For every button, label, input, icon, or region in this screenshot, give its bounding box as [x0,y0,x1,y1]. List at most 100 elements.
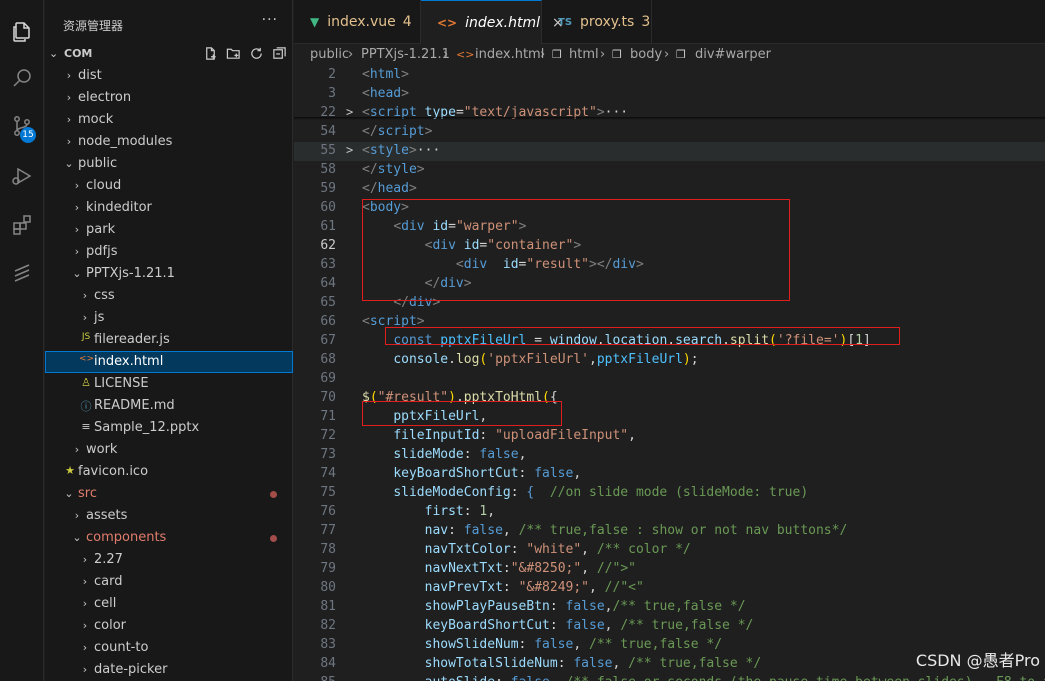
code-text: autoSlide: false, /** false or seconds (… [362,675,1045,681]
tree-item[interactable]: › pdfjs [45,241,293,263]
code-line[interactable]: 69 [294,370,1045,389]
tab-label: index.html [465,14,540,31]
tree-item[interactable]: › park [45,219,293,241]
code-line[interactable]: 2 <html> [294,66,1045,85]
tree-item[interactable]: › date-picker [45,659,293,681]
tree-item[interactable]: › cell [45,593,293,615]
tab-index-html[interactable]: <> index.html × [421,0,564,44]
tab-index-vue[interactable]: ▼ index.vue 4 [294,0,421,44]
code-line[interactable]: 80 navPrevTxt: "&#8249;", //"<" [294,579,1045,598]
tree-item[interactable]: › electron [45,87,293,109]
code-line[interactable]: 54 </script> [294,123,1045,142]
chevron-right-icon: › [74,179,80,192]
code-line[interactable]: 73 slideMode: false, [294,446,1045,465]
tree-item[interactable]: › count-to [45,637,293,659]
tree-item[interactable]: › js [45,307,293,329]
line-number: 79 [320,561,336,576]
tree-item[interactable]: › 2.27 [45,549,293,571]
breadcrumb-item-html[interactable]: html [569,47,599,62]
more-actions-icon[interactable]: ··· [262,12,278,28]
code-token: false [479,447,519,462]
breadcrumb-separator: › [600,47,606,62]
tree-item[interactable]: ★ favicon.ico [45,461,293,483]
breadcrumb-item-body[interactable]: body [630,47,662,62]
code-line[interactable]: 72 fileInputId: "uploadFileInput", [294,427,1045,446]
tree-item[interactable]: › cloud [45,175,293,197]
modified-dot [270,535,277,542]
collapse-all-icon[interactable] [271,45,287,61]
code-line[interactable]: 22 > <script type="text/javascript">··· [294,104,1045,123]
tab-proxy-ts[interactable]: TS proxy.ts 3 [542,0,652,44]
tree-item[interactable]: ⌄ src [45,483,293,505]
chevron-right-icon: › [66,113,72,126]
line-number: 77 [320,523,336,538]
code-line[interactable]: 3 <head> [294,85,1045,104]
code-token: : [502,561,511,576]
tree-item[interactable]: JS filereader.js [45,329,293,351]
explorer-icon[interactable] [0,12,44,52]
code-token: showSlideNum [424,637,519,652]
tree-item[interactable]: › node_modules [45,131,293,153]
code-line[interactable]: 76 first: 1, [294,503,1045,522]
chevron-down-icon: ⌄ [64,487,74,500]
run-debug-icon[interactable] [0,156,44,196]
code-token: false [463,523,503,538]
tree-item[interactable]: ⌄ components [45,527,293,549]
code-token: ; [690,352,699,367]
tree-item[interactable]: › assets [45,505,293,527]
breadcrumb-item-pptxjs[interactable]: PPTXjs-1.21.1 [361,47,450,62]
code-line[interactable]: 59 </head> [294,180,1045,199]
tree-item[interactable]: › kindeditor [45,197,293,219]
element-icon: ❒ [612,48,622,61]
breadcrumb-item-index-html[interactable]: index.html [475,47,544,62]
tree-item-label: css [94,288,115,303]
fold-chevron-icon[interactable]: > [346,143,353,157]
code-token: first [424,504,464,519]
code-token: "&#8250;" [510,561,582,576]
code-line[interactable]: 77 nav: false, /** true,false : show or … [294,522,1045,541]
tree-item[interactable]: ≡ Sample_12.pptx [45,417,293,439]
code-line[interactable]: 79 navNextTxt:"&#8250;", //">" [294,560,1045,579]
code-line[interactable]: 74 keyBoardShortCut: false, [294,465,1045,484]
refresh-icon[interactable] [248,45,264,61]
breadcrumb-separator: › [348,47,354,62]
workspace-header[interactable]: ⌄ COM [45,43,293,65]
code-editor[interactable]: 2 <html> 3 <head> 22 > <script type="text/java… [294,66,1045,681]
breadcrumb-item-div-warper[interactable]: div#warper [695,47,771,62]
code-text: slideModeConfig: { //on slide mode (slid… [362,485,808,500]
tree-item[interactable]: › work [45,439,293,461]
tree-item[interactable]: › dist [45,65,293,87]
code-line[interactable]: 68 console.log('pptxFileUrl',pptxFileUrl… [294,351,1045,370]
code-token: html [369,67,402,82]
code-line[interactable]: 58 </style> [294,161,1045,180]
tree-item[interactable]: › color [45,615,293,637]
code-line[interactable]: 85 autoSlide: false, /** false or second… [294,674,1045,681]
code-line[interactable]: 55 > <style>··· [294,142,1045,161]
code-line[interactable]: 75 slideModeConfig: { //on slide mode (s… [294,484,1045,503]
tree-item[interactable]: › mock [45,109,293,131]
extensions-icon[interactable] [0,205,44,245]
remote-explorer-icon[interactable] [0,252,44,292]
code-line[interactable]: 78 navTxtColor: "white", /** color */ [294,541,1045,560]
tree-item[interactable]: ⌄ PPTXjs-1.21.1 [45,263,293,285]
tree-item[interactable]: ⌄ public [45,153,293,175]
tree-item[interactable]: ⓘ README.md [45,395,293,417]
tree-item[interactable]: › card [45,571,293,593]
tree-item-label: electron [78,90,132,105]
tree-item[interactable]: › css [45,285,293,307]
tree-item-label: favicon.ico [78,464,149,479]
tree-item[interactable]: <> index.html [45,351,293,373]
chevron-down-icon: ⌄ [72,267,82,280]
new-folder-icon[interactable] [225,45,241,61]
tree-item-label: filereader.js [94,332,170,347]
code-line[interactable]: 81 showPlayPauseBtn: false,/** true,fals… [294,598,1045,617]
new-file-icon[interactable] [202,45,218,61]
breadcrumb: public › PPTXjs-1.21.1 › <> index.html ›… [294,44,1045,66]
tree-item[interactable]: ♙ LICENSE [45,373,293,395]
search-icon[interactable] [0,58,44,98]
breadcrumb-item-public[interactable]: public [310,47,349,62]
code-line[interactable]: 82 keyBoardShortCut: false, /** true,fal… [294,617,1045,636]
scm-badge: 15 [20,127,36,143]
line-number: 80 [320,580,336,595]
